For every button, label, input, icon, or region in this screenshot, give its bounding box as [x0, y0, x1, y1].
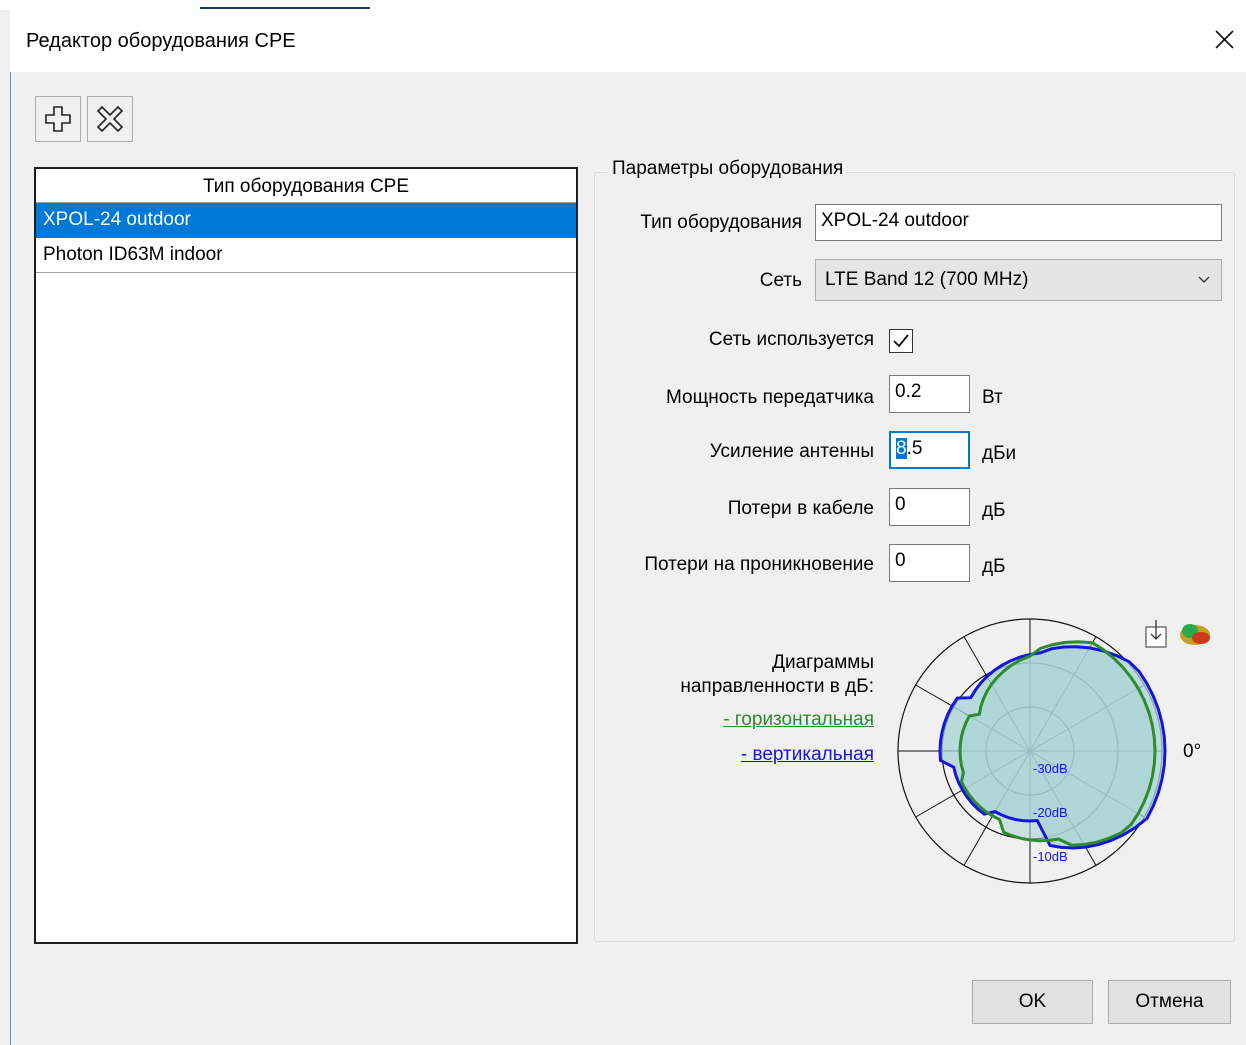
ring-label-30db: -30dB	[1033, 761, 1068, 776]
penetration-loss-unit: дБ	[982, 556, 1006, 577]
chevron-down-icon	[1198, 276, 1210, 283]
radiation-pattern-chart: -30dB -20dB -10dB	[897, 618, 1167, 884]
penetration-loss-field[interactable]: 0	[889, 544, 970, 582]
plus-icon	[45, 106, 71, 132]
checkmark-icon	[893, 334, 909, 348]
window-border	[10, 10, 11, 1045]
taskbar-strip	[0, 0, 1246, 10]
network-select[interactable]: LTE Band 12 (700 MHz)	[815, 259, 1222, 301]
vertical-pattern-link[interactable]: - вертикальная	[741, 744, 874, 766]
tx-power-unit: Вт	[982, 387, 1003, 408]
angle-zero-label: 0°	[1183, 741, 1202, 762]
network-label: Сеть	[759, 270, 802, 291]
ring-label-20db: -20dB	[1033, 805, 1068, 820]
ring-label-10db: -10dB	[1033, 849, 1068, 864]
network-used-checkbox[interactable]	[889, 329, 913, 353]
close-icon	[1215, 30, 1234, 49]
equipment-type-field[interactable]: XPOL-24 outdoor	[815, 204, 1222, 241]
antenna-gain-unit: дБи	[982, 443, 1017, 464]
cancel-button[interactable]: Отмена	[1108, 980, 1231, 1024]
penetration-loss-label: Потери на проникновение	[644, 554, 874, 575]
network-select-value: LTE Band 12 (700 MHz)	[825, 269, 1029, 290]
cable-loss-unit: дБ	[982, 500, 1006, 521]
horizontal-pattern-link[interactable]: - горизонтальная	[723, 709, 874, 731]
antenna-gain-selected-text: 8	[896, 438, 907, 459]
ok-button[interactable]: OK	[972, 980, 1093, 1024]
antenna-gain-field[interactable]: 8.5	[889, 431, 970, 469]
antenna-gain-rest-text: .5	[906, 438, 923, 459]
tx-power-field[interactable]: 0.2	[889, 375, 970, 413]
window-title: Редактор оборудования CPE	[26, 30, 296, 52]
delete-icon	[96, 105, 124, 133]
parameters-group-title: Параметры оборудования	[608, 158, 848, 180]
equipment-list[interactable]: Тип оборудования CPE XPOL-24 outdoor Pho…	[34, 167, 578, 944]
cable-loss-label: Потери в кабеле	[727, 498, 874, 519]
add-equipment-button[interactable]	[35, 96, 81, 142]
cable-loss-field[interactable]: 0	[889, 488, 970, 526]
list-column-header[interactable]: Тип оборудования CPE	[36, 169, 576, 203]
title-bar: Редактор оборудования CPE	[10, 10, 1246, 72]
equipment-type-label: Тип оборудования	[640, 212, 802, 233]
delete-equipment-button[interactable]	[87, 96, 133, 142]
network-used-label: Сеть используется	[708, 329, 874, 350]
antenna-gain-label: Усиление антенны	[709, 441, 874, 462]
close-button[interactable]	[1208, 24, 1240, 56]
list-item[interactable]: XPOL-24 outdoor	[36, 203, 576, 238]
pattern-title-line2: направленности в дБ:	[680, 676, 874, 697]
tx-power-label: Мощность передатчика	[666, 387, 874, 408]
list-item[interactable]: Photon ID63M indoor	[36, 238, 576, 273]
pattern-title-line1: Диаграммы	[772, 652, 874, 673]
